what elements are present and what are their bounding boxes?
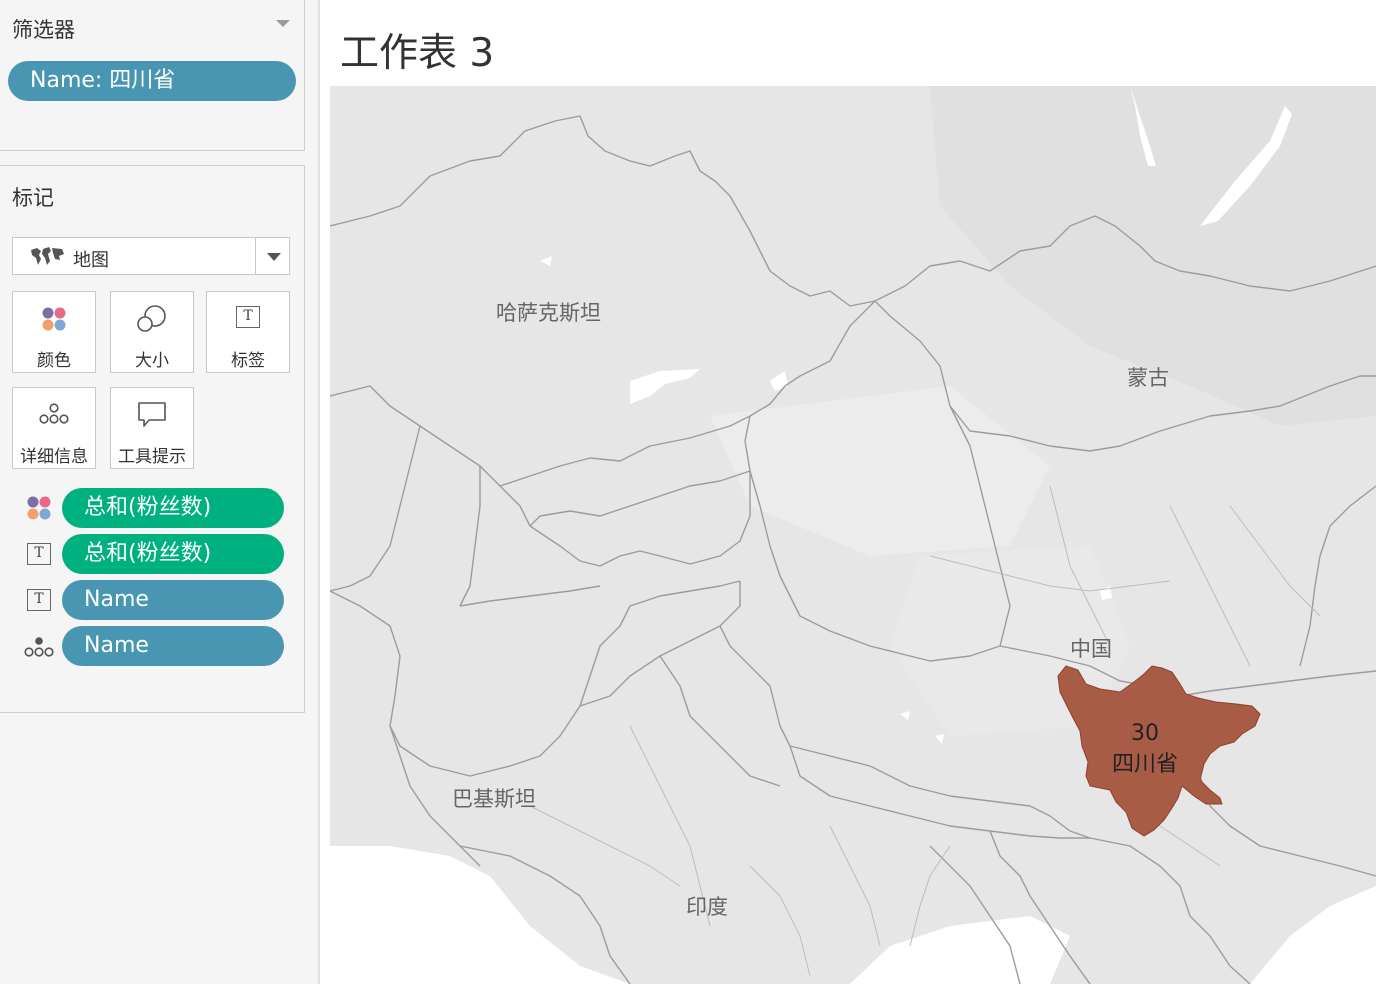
field-pill[interactable]: Name xyxy=(62,626,284,666)
chevron-down-icon[interactable] xyxy=(267,253,281,261)
dropdown-divider xyxy=(255,238,256,274)
marks-label-label: 标签 xyxy=(231,351,265,371)
text-t-icon: T xyxy=(207,304,289,334)
field-pill[interactable]: 总和(粉丝数) xyxy=(62,488,284,528)
mark-type-label: 地图 xyxy=(73,250,109,271)
map-label-mongolia: 蒙古 xyxy=(1127,366,1169,390)
color-dots-icon xyxy=(13,304,95,334)
panel-divider xyxy=(318,0,320,984)
marks-card: 标记 地图 颜色 大小 T 标签 详细信息 工具提示 总和(粉丝数) T 总和(… xyxy=(0,165,305,713)
detail-dots-icon xyxy=(22,632,56,660)
marks-detail-label: 详细信息 xyxy=(20,447,88,467)
map-label-pakistan: 巴基斯坦 xyxy=(452,787,536,811)
marks-detail-button[interactable]: 详细信息 xyxy=(12,387,96,469)
marks-title: 标记 xyxy=(12,186,54,210)
text-t-icon: T xyxy=(22,540,56,568)
worksheet-title: 工作表 3 xyxy=(340,31,495,76)
marks-size-label: 大小 xyxy=(135,351,169,371)
speech-bubble-icon xyxy=(111,400,193,430)
filters-menu-chevron-icon[interactable] xyxy=(276,20,290,27)
field-pill[interactable]: 总和(粉丝数) xyxy=(62,534,284,574)
field-pill[interactable]: Name xyxy=(62,580,284,620)
mark-name-label: 四川省 xyxy=(1111,752,1178,777)
filters-card: 筛选器 Name: 四川省 xyxy=(0,0,305,151)
map-label-kazakhstan: 哈萨克斯坦 xyxy=(496,301,601,325)
marks-field-color[interactable]: 总和(粉丝数) xyxy=(22,488,292,528)
marks-color-button[interactable]: 颜色 xyxy=(12,291,96,373)
mark-type-dropdown[interactable]: 地图 xyxy=(12,237,290,275)
marks-field-detail-name[interactable]: Name xyxy=(22,626,292,666)
mark-value-label: 30 xyxy=(1131,721,1159,746)
marks-color-label: 颜色 xyxy=(37,351,71,371)
marks-field-label-name[interactable]: T Name xyxy=(22,580,292,620)
map-basemap xyxy=(330,86,1376,984)
marks-label-button[interactable]: T 标签 xyxy=(206,291,290,373)
marks-tooltip-label: 工具提示 xyxy=(118,447,186,467)
text-t-icon: T xyxy=(22,586,56,614)
size-circles-icon xyxy=(111,304,193,334)
map-label-china: 中国 xyxy=(1070,637,1112,661)
marks-field-label-sum[interactable]: T 总和(粉丝数) xyxy=(22,534,292,574)
map-view[interactable]: 哈萨克斯坦 蒙古 中国 巴基斯坦 印度 30 四川省 xyxy=(330,86,1376,984)
detail-dots-icon xyxy=(13,400,95,430)
map-icon xyxy=(29,245,65,271)
sichuan-mark-label[interactable]: 30 四川省 xyxy=(1100,718,1190,780)
filters-title: 筛选器 xyxy=(12,18,75,42)
marks-size-button[interactable]: 大小 xyxy=(110,291,194,373)
marks-tooltip-button[interactable]: 工具提示 xyxy=(110,387,194,469)
color-dots-icon xyxy=(22,494,56,522)
filter-pill-name[interactable]: Name: 四川省 xyxy=(8,61,296,101)
map-label-india: 印度 xyxy=(686,895,728,919)
